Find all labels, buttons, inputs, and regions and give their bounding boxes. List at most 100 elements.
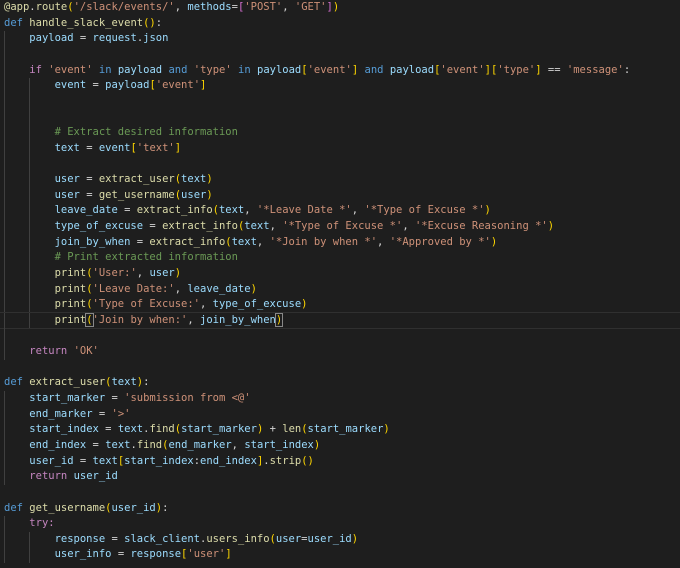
code-token: methods [187,1,232,13]
code-token: start_index [124,454,194,467]
code-line[interactable]: def handle_slack_event(): [4,16,680,32]
code-string: '*Type of Excuse *' [364,204,485,217]
indent-guide [4,516,5,532]
indent-guide [29,234,31,251]
code-token: text [117,423,144,436]
code-string: 'type' [497,63,536,76]
code-line[interactable] [4,109,680,126]
indent-guide [4,265,5,282]
code-token: user_id [111,501,156,514]
code-token: in [98,63,112,76]
code-line[interactable]: return 'OK' [4,344,680,360]
code-token: start_index [244,438,314,451]
code-line[interactable]: print('User:', user) [4,265,680,282]
code-line[interactable]: payload = request.json [4,31,680,47]
code-editor[interactable]: @app.route('/slack/events/', methods=['P… [0,0,680,564]
code-token: in [238,63,251,76]
code-line[interactable]: return user_id [4,469,680,485]
code-token: get_username [29,501,106,514]
code-token: print [54,298,87,311]
code-string: '>' [111,407,131,420]
code-token: ) [307,454,314,467]
code-line[interactable]: join_by_when = extract_info(text, '*Join… [4,234,680,251]
code-token: ] [200,79,207,92]
code-token: text [231,235,257,248]
code-line[interactable]: leave_date = extract_info(text, '*Leave … [4,203,680,219]
code-line[interactable] [4,485,680,501]
code-string: 'type' [193,63,232,76]
code-line[interactable] [4,360,680,376]
indent-guide [4,281,5,298]
code-token: : [155,16,163,29]
code-line[interactable]: start_marker = 'submission from <@' [4,391,680,407]
indent-guide [29,281,31,298]
code-token: payload [117,63,163,76]
code-token: start_marker [181,423,257,436]
code-token: type_of_excuse [54,219,144,232]
code-line[interactable] [4,156,680,173]
code-token: user_info [54,548,112,561]
code-token: ) [250,282,257,295]
indent-guide [4,62,5,79]
indent-guide [29,78,31,94]
code-token: user [275,532,302,545]
code-line[interactable]: # Extract desired information [4,125,680,141]
code-line[interactable] [4,328,680,345]
code-token: extract_info [149,235,226,248]
code-line[interactable]: print('Leave Date:', leave_date) [4,281,680,298]
code-token: slack_client [124,532,200,545]
code-line[interactable]: @app.route('/slack/events/', methods=['P… [4,0,680,16]
code-token: ] [225,548,232,561]
code-line[interactable]: end_marker = '>' [4,406,680,423]
indent-guide [29,109,31,126]
indent-guide [4,469,5,485]
code-line[interactable] [4,93,680,110]
code-line[interactable]: type_of_excuse = extract_info(text, '*Ty… [4,218,680,235]
code-token: ) [383,423,390,436]
code-line[interactable]: def get_username(user_id): [4,501,680,517]
code-token: text [218,204,245,217]
code-string: 'GET' [294,1,327,13]
code-line[interactable]: print('Join by when:', join_by_when) [0,311,680,330]
indent-guide [4,344,5,360]
code-line[interactable]: user_id = text[start_index:end_index].st… [4,453,680,470]
code-token: extract_info [136,204,213,217]
code-line[interactable]: event = payload['event'] [4,78,680,94]
code-line[interactable]: start_index = text.find(start_marker) + … [4,422,680,438]
indent-guide [4,78,5,94]
code-token: text [54,141,80,154]
code-line[interactable]: end_index = text.find(end_marker, start_… [4,437,680,454]
code-line[interactable]: print('Type of Excuse:', type_of_excuse) [4,297,680,313]
code-token: print [54,266,87,279]
code-token: extract_user [29,376,106,389]
code-token: : [162,501,169,514]
code-token: leave_date [187,282,251,295]
code-token: payload [29,32,74,45]
code-line[interactable]: user_info = response['user'] [4,547,680,564]
code-token: end_marker [168,438,232,451]
code-token: users_info [206,532,270,545]
code-token: ) [484,204,491,217]
code-line[interactable]: def extract_user(text): [4,375,680,391]
code-token: find [149,423,175,436]
indent-guide [4,437,5,454]
indent-guide [4,422,5,438]
code-token: ) [301,298,308,311]
code-line[interactable]: try: [4,516,680,532]
code-line[interactable]: # Print extracted information [4,250,680,266]
code-string: 'event' [48,63,93,76]
code-token: user [181,188,207,201]
indent-guide [29,187,31,204]
code-line[interactable]: user = extract_user(text) [4,172,680,188]
indent-guide [29,531,31,548]
code-line[interactable]: text = event['text'] [4,140,680,157]
code-line[interactable]: if 'event' in payload and 'type' in payl… [4,62,680,79]
code-line[interactable]: response = slack_client.users_info(user=… [4,531,680,548]
code-line[interactable] [4,46,680,63]
code-line[interactable]: user = get_username(user) [4,187,680,204]
indent-guide [4,312,5,329]
code-string: '*Type of Excuse *' [282,219,403,232]
code-token: ] [174,141,182,154]
